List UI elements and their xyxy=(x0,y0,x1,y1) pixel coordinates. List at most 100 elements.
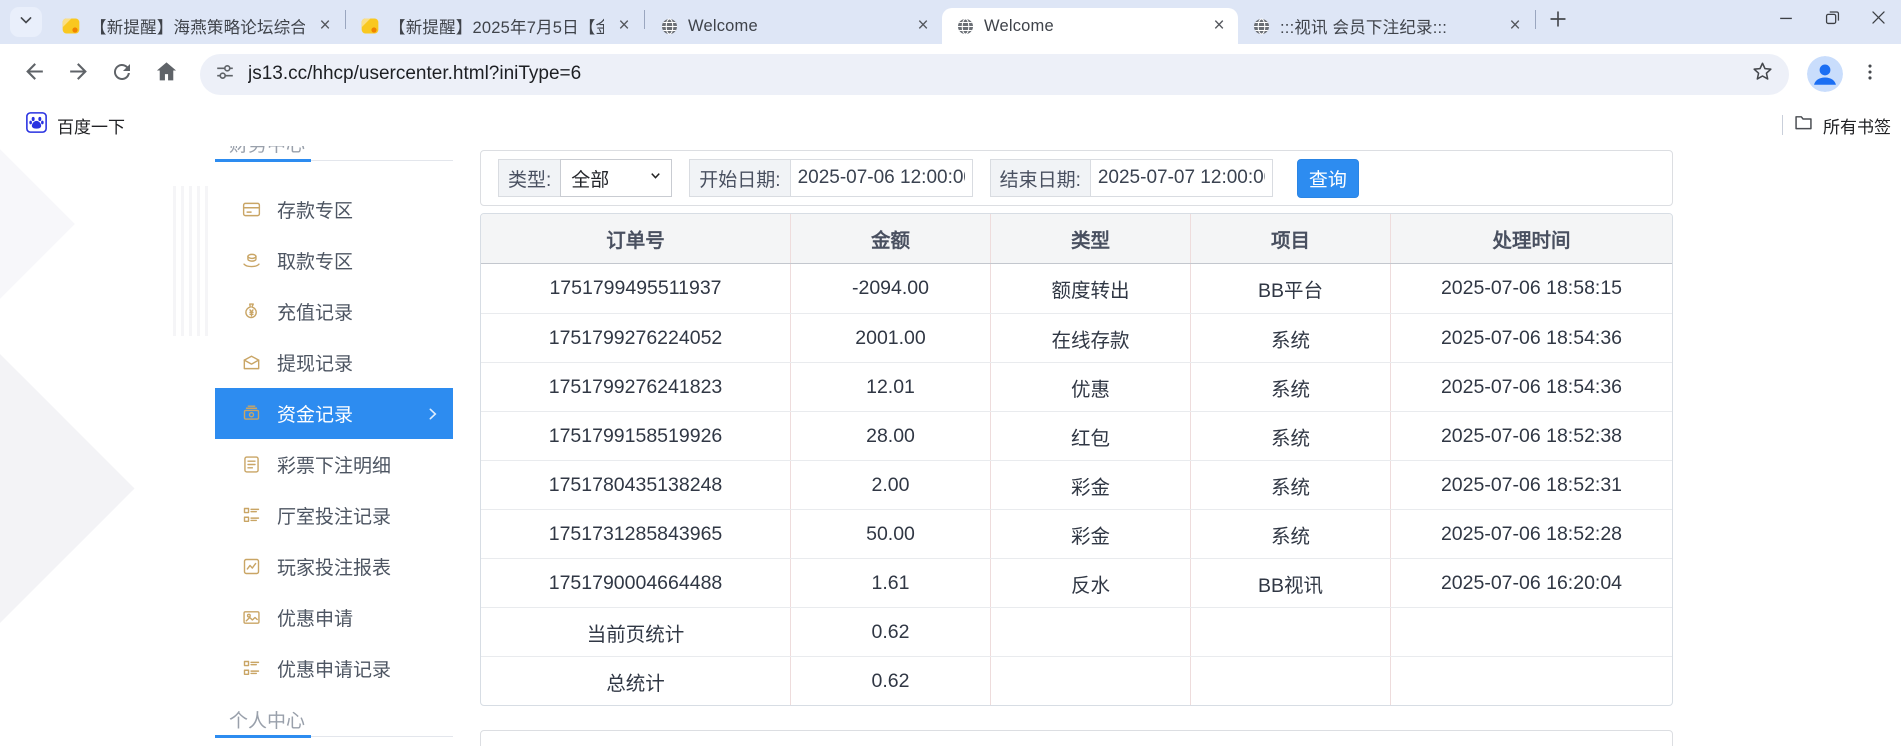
grid-list-icon xyxy=(240,658,262,680)
back-icon xyxy=(22,59,47,89)
globe-icon xyxy=(659,16,679,36)
star-icon xyxy=(1751,60,1774,88)
query-button[interactable]: 查询 xyxy=(1296,158,1359,198)
table-row: 1751780435138248 2.00 彩金 系统 2025-07-06 18:52… xyxy=(481,460,1672,509)
deposit-card-icon xyxy=(240,199,262,221)
bookmark-item-baidu[interactable]: 百度一下 xyxy=(18,108,133,142)
start-date-group: 开始日期: xyxy=(689,159,973,197)
start-date-label: 开始日期: xyxy=(689,159,790,197)
table-cell: 2025-07-06 18:52:28 xyxy=(1390,510,1672,558)
table-cell: 28.00 xyxy=(790,412,990,460)
document-list-icon xyxy=(240,454,262,476)
decorative-shape xyxy=(0,336,135,641)
table-row: 总统计 0.62 xyxy=(481,656,1672,705)
browser-tab[interactable]: :::视讯 会员下注纪录::: × xyxy=(1238,8,1534,44)
table-cell: 1751799495511937 xyxy=(549,277,722,299)
table-cell: 1.61 xyxy=(790,559,990,607)
chevron-right-icon xyxy=(425,405,440,423)
tab-search-button[interactable] xyxy=(10,7,42,37)
sidebar-menu: 存款专区 取款专区 充值记录 提现记录 资金记录 彩票下注明细 厅室投注记录 玩家投注报表 优惠… xyxy=(215,184,453,694)
column-header: 类型 xyxy=(990,214,1190,263)
close-window-button[interactable] xyxy=(1855,0,1901,40)
tab-divider xyxy=(644,10,645,29)
forward-button[interactable] xyxy=(58,54,98,94)
sidebar-item-banknotes[interactable]: 资金记录 xyxy=(215,388,453,439)
table-cell: 2025-07-06 16:20:04 xyxy=(1390,559,1672,607)
table-cell: 0.62 xyxy=(790,608,990,656)
site-settings-icon[interactable] xyxy=(214,61,236,88)
table-header-row: 订单号 金额 类型 项目 处理时间 xyxy=(481,214,1672,264)
back-button[interactable] xyxy=(14,54,54,94)
table-cell: 12.01 xyxy=(790,363,990,411)
sidebar-item-document-list[interactable]: 彩票下注明细 xyxy=(215,439,453,490)
table-row: 1751731285843965 50.00 彩金 系统 2025-07-06 18:5… xyxy=(481,509,1672,558)
table-cell: 系统 xyxy=(1190,510,1390,558)
restore-button[interactable] xyxy=(1809,0,1855,40)
tab-title: 【新提醒】海燕策略论坛综合交 xyxy=(90,19,305,37)
table-cell: 总统计 xyxy=(606,672,665,695)
tab-close-icon[interactable]: × xyxy=(1208,15,1230,37)
decorative-shape xyxy=(0,146,75,309)
table-cell: 在线存款 xyxy=(990,314,1190,362)
start-date-input[interactable] xyxy=(789,159,973,197)
table-cell: -2094.00 xyxy=(790,264,990,313)
table-cell: 红包 xyxy=(990,412,1190,460)
table-cell xyxy=(990,657,1190,705)
table-cell: 2.00 xyxy=(790,461,990,509)
table-cell xyxy=(1390,657,1672,705)
minimize-button[interactable] xyxy=(1763,0,1809,40)
tab-title: Welcome xyxy=(984,16,1054,35)
sidebar-item-money-bag[interactable]: 充值记录 xyxy=(215,286,453,337)
tab-close-icon[interactable]: × xyxy=(912,15,934,37)
browser-tab[interactable]: Welcome × xyxy=(942,8,1238,44)
table-cell: 1751731285843965 xyxy=(548,522,723,545)
tab-close-icon[interactable]: × xyxy=(314,15,336,37)
browser-tab[interactable]: 【新提醒】海燕策略论坛综合交 × xyxy=(48,8,344,44)
table-cell: 50.00 xyxy=(790,510,990,558)
table-cell: 系统 xyxy=(1190,461,1390,509)
all-bookmarks-label: 所有书签 xyxy=(1823,117,1891,137)
bookmark-star-button[interactable] xyxy=(1745,57,1779,91)
all-bookmarks-button[interactable]: 所有书签 xyxy=(1793,112,1891,138)
baidu-paw-icon xyxy=(26,112,47,138)
sidebar-item-label: 优惠申请 xyxy=(277,609,354,630)
browser-menu-button[interactable] xyxy=(1853,54,1887,94)
bookmarks-divider xyxy=(1782,115,1783,135)
table-cell: 1751799276241823 xyxy=(548,375,723,398)
sidebar-item-cash-envelope[interactable]: 提现记录 xyxy=(215,337,453,388)
column-header: 处理时间 xyxy=(1390,214,1672,263)
section-underline xyxy=(215,158,453,162)
table-cell: 2025-07-06 18:52:31 xyxy=(1390,461,1672,509)
banknotes-icon xyxy=(240,403,262,425)
table-cell: 1751799158519926 xyxy=(548,424,723,447)
main-panel: 类型: 全部 开始日期: 结束日期: 查询 订单号 金额类型项目处理时间 1751… xyxy=(480,146,1673,746)
sidebar-item-label: 彩票下注明细 xyxy=(277,456,392,477)
address-bar[interactable]: js13.cc/hhcp/usercenter.html?iniType=6 xyxy=(200,53,1789,95)
tab-close-icon[interactable]: × xyxy=(1504,15,1526,37)
reload-button[interactable] xyxy=(102,54,142,94)
table-cell: 额度转出 xyxy=(990,264,1190,313)
sidebar-item-grid-list[interactable]: 优惠申请记录 xyxy=(215,643,453,694)
profile-avatar[interactable] xyxy=(1807,56,1843,92)
cash-envelope-icon xyxy=(240,352,262,374)
sidebar-item-label: 取款专区 xyxy=(277,252,354,273)
browser-tab[interactable]: Welcome × xyxy=(646,8,942,44)
sidebar-item-deposit-card[interactable]: 存款专区 xyxy=(215,184,453,235)
window-controls xyxy=(1763,0,1901,40)
sidebar-item-coupon[interactable]: 优惠申请 xyxy=(215,592,453,643)
browser-tab[interactable]: 【新提醒】2025年7月5日【金 × xyxy=(347,8,643,44)
sidebar-item-label: 厅室投注记录 xyxy=(277,507,392,528)
sidebar-item-chart-report[interactable]: 玩家投注报表 xyxy=(215,541,453,592)
table-cell: BB平台 xyxy=(1190,264,1390,313)
type-select[interactable]: 全部 xyxy=(560,159,673,197)
sidebar-item-grid-list[interactable]: 厅室投注记录 xyxy=(215,490,453,541)
sidebar: 财务中心 存款专区取款专区充值记录提现记录资金记录彩票下注明细厅室投注记录玩家投… xyxy=(215,146,453,738)
sidebar-item-withdraw-hand[interactable]: 取款专区 xyxy=(215,235,453,286)
home-button[interactable] xyxy=(146,54,186,94)
new-tab-button[interactable] xyxy=(1543,6,1573,36)
table-cell: 2025-07-06 18:52:38 xyxy=(1390,412,1672,460)
tab-close-icon[interactable]: × xyxy=(613,15,635,37)
restore-icon xyxy=(1823,8,1842,32)
bookmark-label: 百度一下 xyxy=(57,117,125,137)
end-date-input[interactable] xyxy=(1089,159,1273,197)
